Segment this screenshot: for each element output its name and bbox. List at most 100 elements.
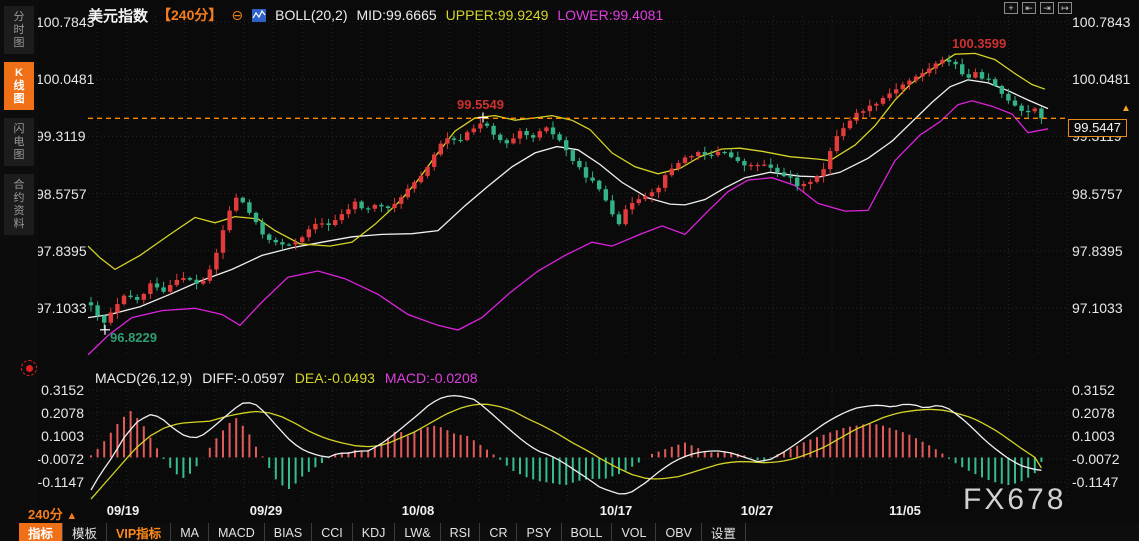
expand-icon[interactable]: ↦ xyxy=(1058,2,1072,14)
macd-axis-label-left: -0.0072 xyxy=(36,450,84,467)
price-axis-label-left: 97.1033 xyxy=(36,300,87,316)
toolbar-item-MA[interactable]: MA xyxy=(171,523,209,541)
boll-lower-value: LOWER:99.4081 xyxy=(557,7,664,23)
toolbar-item-OBV[interactable]: OBV xyxy=(656,523,702,541)
sidebar-tab-K线图[interactable]: K线图 xyxy=(4,62,34,110)
price-axis-label-left: 99.3119 xyxy=(36,128,86,145)
macd-axis-label-right: -0.1147 xyxy=(1072,474,1119,490)
chart-tool-buttons: + ⇤ ⇥ ↦ xyxy=(1004,2,1072,14)
toolbar-item-VIP指标[interactable]: VIP指标 xyxy=(107,523,172,541)
macd-axis-label-right: 0.3152 xyxy=(1072,382,1115,398)
boll-params: BOLL(20,2) xyxy=(275,7,348,23)
price-annotation: 99.5549 xyxy=(457,97,504,112)
tab-char: 电 xyxy=(13,136,25,148)
xaxis-date-label: 09/19 xyxy=(106,503,140,518)
price-annotation: 96.8229 xyxy=(110,330,157,345)
toolbar-item-模板[interactable]: 模板 xyxy=(63,523,108,541)
symbol-name: 美元指数 xyxy=(88,7,149,25)
xaxis-date-label: 11/05 xyxy=(889,503,921,518)
macd-axis-label-left: 0.3152 xyxy=(41,382,84,398)
period-badge[interactable]: 【240分】 xyxy=(157,5,222,25)
toolbar-item-BIAS[interactable]: BIAS xyxy=(265,523,313,541)
tab-char: 料 xyxy=(13,218,25,230)
chart-type-sidebar: 分时图K线图闪电图合约资料 xyxy=(0,0,38,541)
toolbar-item-LW&[interactable]: LW& xyxy=(395,523,441,541)
tab-char: 图 xyxy=(13,149,25,161)
boll_mid-line xyxy=(87,79,1049,319)
toolbar-item-RSI[interactable]: RSI xyxy=(441,523,481,541)
fx678-watermark: FX678 xyxy=(963,483,1067,516)
toolbar-item-PSY[interactable]: PSY xyxy=(517,523,562,541)
tab-char: 图 xyxy=(13,37,25,49)
xaxis-period-label[interactable]: 240分 ▲ xyxy=(28,504,77,523)
last-price-tag: 99.5447 xyxy=(1068,119,1127,138)
sidebar-tab-分时图[interactable]: 分时图 xyxy=(4,6,34,54)
price-axis-label-left: 97.8395 xyxy=(36,242,87,259)
macd-axis-label-left: -0.1147 xyxy=(37,474,84,490)
period-up-triangle-icon: ▲ xyxy=(66,510,78,522)
extreme-cross-marker xyxy=(478,112,488,123)
boll-indicator-icon[interactable] xyxy=(252,8,267,22)
tab-char: 线 xyxy=(13,80,25,92)
tab-char: 合 xyxy=(13,179,25,191)
price-axis-label-right: 97.1033 xyxy=(1072,300,1123,316)
price-annotation: 100.3599 xyxy=(952,36,1007,51)
toolbar-item-CR[interactable]: CR xyxy=(480,523,518,541)
price-axis-label-left: 100.0481 xyxy=(36,71,95,88)
tab-char: 时 xyxy=(13,24,25,36)
trading-app-window: 分时图K线图闪电图合约资料 美元指数 【240分】 ⊖ BOLL(20,2) M… xyxy=(0,0,1139,541)
tab-char: 资 xyxy=(13,205,25,217)
tab-char: 分 xyxy=(13,11,25,23)
macd-axis-label-right: 0.1003 xyxy=(1072,427,1115,444)
macd-axis-label-right: -0.0072 xyxy=(1072,450,1120,467)
macd-axis-label-left: 0.1003 xyxy=(41,427,84,444)
scale-left-icon[interactable]: ⇤ xyxy=(1022,2,1036,14)
xaxis-date-label: 10/17 xyxy=(599,503,633,518)
boll-upper-value: UPPER:99.9249 xyxy=(445,7,549,23)
macd-axis-label-left: 0.2078 xyxy=(41,404,84,421)
sidebar-tabs: 分时图K线图闪电图合约资料 xyxy=(0,6,38,235)
alert-indicator-icon[interactable] xyxy=(21,360,37,376)
tab-char: 闪 xyxy=(13,123,25,135)
macd-header: MACD(26,12,9) DIFF:-0.0597 DEA:-0.0493 M… xyxy=(95,370,478,386)
macd-axis-label-right: 0.2078 xyxy=(1072,404,1115,421)
toolbar-item-BOLL[interactable]: BOLL xyxy=(562,523,613,541)
scale-right-icon[interactable]: ⇥ xyxy=(1040,2,1054,14)
macd-pane xyxy=(90,394,1043,500)
chart-header: 美元指数 【240分】 ⊖ BOLL(20,2) MID:99.6665 UPP… xyxy=(88,5,664,25)
price-axis-label-right: 97.8395 xyxy=(1072,242,1123,259)
alert-dot-core xyxy=(25,364,33,372)
price-axis-label-right: 100.7843 xyxy=(1072,14,1131,30)
toolbar-item-KDJ[interactable]: KDJ xyxy=(353,523,396,541)
toolbar-item-CCI[interactable]: CCI xyxy=(312,523,353,541)
price-up-arrow-icon: ▲ xyxy=(1121,103,1131,115)
sidebar-tab-闪电图[interactable]: 闪电图 xyxy=(4,118,34,166)
toolbar-item-VOL[interactable]: VOL xyxy=(612,523,657,541)
macd-diff-value: DIFF:-0.0597 xyxy=(202,370,285,386)
xaxis-date-label: 10/27 xyxy=(740,503,774,518)
price-axis-label-left: 100.7843 xyxy=(36,14,95,30)
collapse-circle-icon[interactable]: ⊖ xyxy=(231,8,243,22)
toolbar-item-MACD[interactable]: MACD xyxy=(209,523,265,541)
price-axis-label-right: 98.5757 xyxy=(1072,185,1123,202)
extreme-cross-marker xyxy=(100,324,110,335)
tab-char: 图 xyxy=(13,93,25,105)
boll-mid-value: MID:99.6665 xyxy=(356,7,437,23)
toolbar-item-指标[interactable]: 指标 xyxy=(19,523,64,541)
tab-char: 约 xyxy=(13,192,25,204)
candles xyxy=(88,54,1044,330)
chart-canvas[interactable] xyxy=(0,0,1139,541)
boll_lower-line xyxy=(87,100,1049,356)
toolbar-item-设置[interactable]: 设置 xyxy=(702,523,746,541)
sidebar-tab-合约资料[interactable]: 合约资料 xyxy=(4,174,34,235)
macd-params: MACD(26,12,9) xyxy=(95,370,193,386)
macd-macd-value: MACD:-0.0208 xyxy=(384,370,478,386)
xaxis-date-label: 09/29 xyxy=(249,503,283,518)
bollinger-bands xyxy=(87,52,1049,356)
crosshair-icon[interactable]: + xyxy=(1004,2,1018,14)
indicator-toolbar: 指标 模板 VIP指标 MA MACD BIAS CCI KDJ LW& RSI CR PSY BOLL… xyxy=(19,523,1139,541)
tab-char: K xyxy=(15,67,23,79)
xaxis-date-label: 10/08 xyxy=(401,503,435,518)
price-axis-label-right: 100.0481 xyxy=(1072,71,1131,88)
price-axis-label-left: 98.5757 xyxy=(36,185,87,202)
